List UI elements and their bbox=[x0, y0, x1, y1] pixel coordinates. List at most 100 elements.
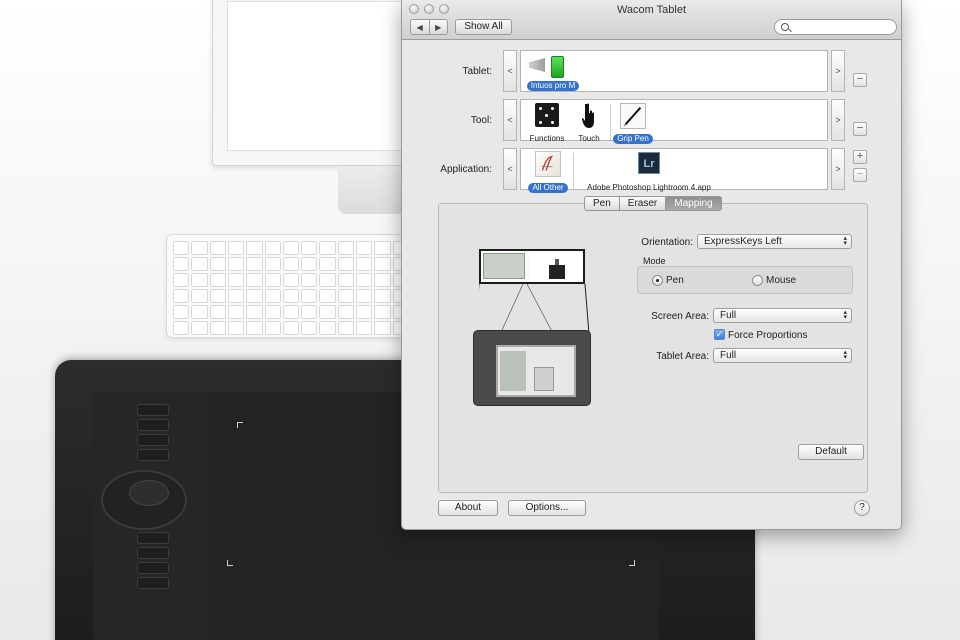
monitor-stand bbox=[338, 166, 408, 214]
help-button[interactable]: ? bbox=[854, 500, 870, 516]
keyboard-key bbox=[191, 241, 208, 255]
touch-ring-center-button bbox=[129, 480, 169, 506]
popup-arrows-icon: ▴ ▾ bbox=[843, 349, 847, 361]
area-corner-mark bbox=[237, 422, 243, 428]
tab-pen[interactable]: Pen bbox=[585, 197, 619, 210]
show-all-button[interactable]: Show All bbox=[455, 19, 512, 35]
mode-pen-radio[interactable] bbox=[652, 275, 663, 286]
screen-thumbnail bbox=[529, 253, 583, 281]
keyboard-key bbox=[282, 273, 300, 287]
keyboard-key bbox=[374, 273, 391, 287]
expresskey bbox=[137, 532, 169, 544]
tool-item-grip-pen[interactable]: Grip Pen bbox=[613, 102, 653, 144]
area-corner-mark bbox=[629, 560, 635, 566]
keyboard-key bbox=[319, 257, 336, 271]
orientation-value: ExpressKeys Left bbox=[704, 236, 782, 247]
keyboard-key bbox=[356, 289, 373, 303]
add-application-button[interactable]: + bbox=[853, 150, 867, 164]
options-button[interactable]: Options... bbox=[508, 500, 586, 516]
orientation-label: Orientation: bbox=[641, 237, 693, 248]
remove-application-button[interactable]: − bbox=[853, 168, 867, 182]
expresskey bbox=[137, 577, 169, 589]
background-monitor bbox=[212, 0, 432, 166]
keyboard-key bbox=[337, 273, 355, 287]
keyboard-key bbox=[191, 305, 208, 319]
pen-icon bbox=[620, 103, 646, 129]
tablet-list: Intuos pro M bbox=[520, 50, 828, 92]
mode-pen-label: Pen bbox=[666, 275, 684, 286]
keyboard-key bbox=[374, 321, 391, 335]
orientation-popup[interactable]: ExpressKeys Left ▴ ▾ bbox=[697, 234, 852, 249]
keyboard-key bbox=[301, 257, 318, 271]
tool-scroll-right-button[interactable]: > bbox=[831, 99, 845, 141]
screen-area-popup[interactable]: Full ▴ ▾ bbox=[713, 308, 852, 323]
application-item-lightroom[interactable]: Lr Adobe Photoshop Lightroom 4.app bbox=[579, 151, 719, 192]
keyboard-key bbox=[173, 305, 190, 319]
tab-mapping[interactable]: Mapping bbox=[665, 197, 721, 210]
keyboard-key bbox=[264, 273, 281, 287]
remove-tablet-button[interactable]: − bbox=[853, 73, 867, 87]
keyboard-key bbox=[356, 273, 373, 287]
keyboard-key bbox=[227, 289, 245, 303]
keyboard-key bbox=[191, 257, 208, 271]
keyboard-key bbox=[264, 305, 281, 319]
search-field[interactable] bbox=[774, 19, 897, 35]
keyboard-key bbox=[301, 289, 318, 303]
keyboard-key bbox=[356, 257, 373, 271]
wacom-tablet-window: Wacom Tablet ◀ ▶ Show All Tablet: < Intu… bbox=[401, 0, 902, 530]
default-button[interactable]: Default bbox=[798, 444, 864, 460]
keyboard-key bbox=[319, 289, 336, 303]
tool-list: Functions Touch Grip Pen bbox=[520, 99, 828, 144]
keyboard-key bbox=[227, 305, 245, 319]
application-list: All Other Lr Adobe Photoshop Lightroom 4… bbox=[520, 148, 828, 193]
application-row-label: Application: bbox=[440, 164, 492, 175]
keyboard-key bbox=[209, 305, 226, 319]
keyboard-key bbox=[246, 289, 263, 303]
forward-button[interactable]: ▶ bbox=[428, 20, 448, 34]
popup-arrows-icon: ▴ ▾ bbox=[843, 235, 847, 247]
keyboard-key bbox=[209, 273, 226, 287]
about-button[interactable]: About bbox=[438, 500, 498, 516]
mode-group: Pen Mouse bbox=[637, 266, 853, 294]
expresskey bbox=[137, 419, 169, 431]
keyboard-key bbox=[227, 241, 245, 255]
touch-hand-icon bbox=[582, 103, 594, 128]
keyboard-key bbox=[337, 257, 355, 271]
tablet-row-label: Tablet: bbox=[462, 66, 492, 77]
background-keyboard bbox=[166, 234, 416, 338]
tab-eraser[interactable]: Eraser bbox=[618, 197, 665, 210]
application-scroll-right-button[interactable]: > bbox=[831, 148, 845, 190]
tablet-area-popup[interactable]: Full ▴ ▾ bbox=[713, 348, 852, 363]
keyboard-key bbox=[282, 257, 300, 271]
tablet-item-intuos[interactable]: Intuos pro M bbox=[525, 53, 581, 91]
expresskey bbox=[137, 434, 169, 446]
keyboard-key bbox=[246, 273, 263, 287]
keyboard-key bbox=[246, 305, 263, 319]
remove-tool-button[interactable]: − bbox=[853, 122, 867, 136]
keyboard-key bbox=[301, 321, 318, 335]
mode-mouse-radio[interactable] bbox=[752, 275, 763, 286]
tablet-scroll-right-button[interactable]: > bbox=[831, 50, 845, 92]
back-button[interactable]: ◀ bbox=[411, 20, 429, 34]
expresskey bbox=[137, 547, 169, 559]
force-proportions-checkbox[interactable]: ✓ bbox=[714, 329, 725, 340]
keyboard-key bbox=[191, 289, 208, 303]
keyboard-key bbox=[173, 273, 190, 287]
mapping-tablet-active-area bbox=[496, 345, 576, 397]
keyboard-key bbox=[319, 273, 336, 287]
keyboard-key bbox=[319, 241, 336, 255]
keyboard-key bbox=[337, 289, 355, 303]
functions-icon bbox=[535, 103, 559, 127]
keyboard-key bbox=[374, 257, 391, 271]
lightroom-icon: Lr bbox=[638, 152, 660, 174]
keyboard-key bbox=[264, 241, 281, 255]
keyboard-key bbox=[209, 321, 226, 335]
keyboard-key bbox=[209, 257, 226, 271]
mapping-tablet-graphic bbox=[473, 330, 591, 406]
back-forward-control: ◀ ▶ bbox=[410, 19, 448, 35]
screen-thumbnail bbox=[483, 253, 525, 279]
keyboard-key bbox=[173, 289, 190, 303]
keyboard-key bbox=[227, 257, 245, 271]
mode-mouse-label: Mouse bbox=[766, 275, 797, 286]
tablet-area-label: Tablet Area: bbox=[656, 351, 709, 362]
